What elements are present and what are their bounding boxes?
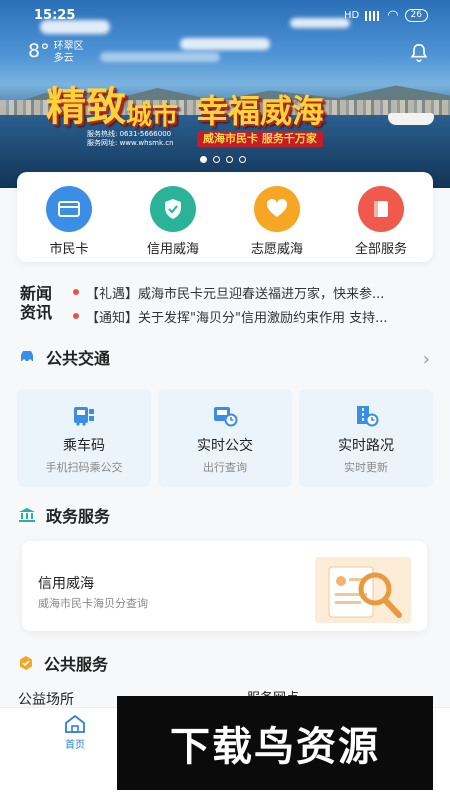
chevron-right-icon[interactable]: › bbox=[423, 349, 430, 370]
quick-item-citizen-card[interactable]: 市民卡 bbox=[24, 186, 114, 262]
carousel-dot[interactable] bbox=[226, 156, 233, 163]
credit-weihai-card[interactable]: 信用威海 威海市民卡海贝分查询 bbox=[22, 541, 427, 631]
news-item[interactable]: 【通知】关于发挥"海贝分"信用激励约束作用 支持... bbox=[73, 307, 433, 326]
cloud bbox=[180, 38, 270, 50]
transport-card-title: 实时公交 bbox=[197, 438, 253, 454]
quick-item-credit-weihai[interactable]: 信用威海 bbox=[128, 186, 218, 262]
book-icon bbox=[358, 186, 404, 232]
notification-bell-icon[interactable] bbox=[408, 42, 430, 64]
section-title: 政务服务 bbox=[46, 507, 111, 526]
gov-card-title: 信用威海 bbox=[38, 576, 94, 592]
district-name: 环翠区 bbox=[53, 41, 84, 52]
hexagon-icon bbox=[20, 656, 32, 670]
wifi-icon: ◠ bbox=[387, 8, 399, 23]
bus-clock-icon bbox=[214, 407, 238, 427]
banner-slogan: 精致 城市 幸福威海 bbox=[46, 74, 324, 132]
transport-card-title: 乘车码 bbox=[63, 438, 105, 454]
gov-card-subtitle: 威海市民卡海贝分查询 bbox=[38, 597, 148, 610]
banner-tagline: 威海市民卡 服务千万家 bbox=[197, 131, 323, 147]
banner-contact: 服务热线: 0631-5666000 服务网址: www.whsmk.cn bbox=[87, 130, 174, 148]
section-title: 公共交通 bbox=[46, 349, 111, 368]
quick-item-all-services[interactable]: 全部服务 bbox=[336, 186, 426, 262]
weather-condition: 多云 bbox=[53, 53, 74, 64]
transport-section-header[interactable]: 公共交通 bbox=[18, 345, 110, 369]
signal-icon bbox=[365, 10, 382, 21]
gov-section-header: 政务服务 bbox=[18, 503, 110, 527]
banner-website: 服务网址: www.whsmk.cn bbox=[87, 139, 174, 147]
quick-item-label: 志愿威海 bbox=[250, 242, 303, 257]
cloud bbox=[100, 52, 220, 62]
watermark-overlay: 下载鸟资源 bbox=[117, 696, 433, 790]
battery-icon: 26 bbox=[404, 9, 428, 22]
home-icon bbox=[65, 714, 85, 733]
transport-card-subtitle: 出行查询 bbox=[203, 461, 247, 474]
public-service-item[interactable]: 公益场所 bbox=[18, 689, 74, 709]
clock: 15:25 bbox=[34, 8, 76, 23]
card-icon bbox=[46, 186, 92, 232]
quick-item-volunteer[interactable]: 志愿威海 bbox=[232, 186, 322, 262]
status-icons: HD ◠ 26 bbox=[344, 8, 428, 23]
bus-qr-icon bbox=[74, 407, 94, 426]
weather-widget[interactable]: 8° 环翠区 多云 bbox=[28, 40, 84, 65]
weather-detail: 环翠区 多云 bbox=[54, 41, 84, 65]
network-type: HD bbox=[343, 10, 360, 21]
quick-item-label: 市民卡 bbox=[49, 242, 89, 257]
news-title-line: 新闻 bbox=[20, 284, 53, 303]
slogan-part: 幸福威海 bbox=[196, 92, 325, 130]
transport-cards: 乘车码 手机扫码乘公交 实时公交 出行查询 实时路况 实时更新 bbox=[17, 389, 433, 487]
transport-card-traffic[interactable]: 实时路况 实时更新 bbox=[299, 389, 433, 487]
slogan-part: 城市 bbox=[126, 101, 179, 131]
public-section-header: 公共服务 bbox=[18, 651, 108, 675]
transport-card-title: 实时路况 bbox=[338, 438, 394, 454]
banner-hotline: 服务热线: 0631-5666000 bbox=[87, 130, 172, 138]
shield-check-icon bbox=[150, 186, 196, 232]
status-bar: 15:25 HD ◠ 26 bbox=[0, 0, 450, 32]
transport-card-subtitle: 实时更新 bbox=[344, 461, 388, 474]
news-item[interactable]: 【礼遇】威海市民卡元旦迎春送福进万家，快来参... bbox=[73, 283, 433, 302]
app-page: 精致 城市 幸福威海 服务热线: 0631-5666000 服务网址: www.… bbox=[0, 0, 450, 800]
road-clock-icon bbox=[357, 406, 379, 427]
news-title: 新闻 资讯 bbox=[20, 284, 64, 322]
news-ticker[interactable]: 新闻 资讯 【礼遇】威海市民卡元旦迎春送福进万家，快来参... 【通知】关于发挥… bbox=[0, 278, 450, 330]
carousel-dot[interactable] bbox=[213, 156, 220, 163]
transport-card-ride-code[interactable]: 乘车码 手机扫码乘公交 bbox=[17, 389, 151, 487]
transport-card-realtime-bus[interactable]: 实时公交 出行查询 bbox=[158, 389, 292, 487]
temperature: 8° bbox=[28, 40, 50, 62]
quick-menu: 市民卡 信用威海 志愿威海 全部服务 bbox=[17, 172, 433, 262]
credit-search-illustration bbox=[315, 557, 411, 623]
tab-home[interactable]: 首页 bbox=[50, 714, 100, 751]
section-title: 公共服务 bbox=[44, 655, 109, 674]
tab-label: 首页 bbox=[65, 740, 85, 751]
ship-image bbox=[388, 113, 434, 125]
carousel-indicator[interactable] bbox=[200, 156, 246, 163]
news-title-line: 资讯 bbox=[20, 303, 53, 322]
slogan-part: 精致 bbox=[46, 83, 126, 130]
car-icon bbox=[21, 351, 33, 363]
carousel-dot[interactable] bbox=[239, 156, 246, 163]
heart-hands-icon bbox=[254, 186, 300, 232]
watermark-text: 下载鸟资源 bbox=[170, 724, 380, 770]
transport-card-subtitle: 手机扫码乘公交 bbox=[45, 461, 123, 474]
quick-item-label: 全部服务 bbox=[354, 242, 407, 257]
government-building-icon bbox=[19, 508, 35, 522]
quick-item-label: 信用威海 bbox=[146, 242, 199, 257]
carousel-dot[interactable] bbox=[200, 156, 207, 163]
